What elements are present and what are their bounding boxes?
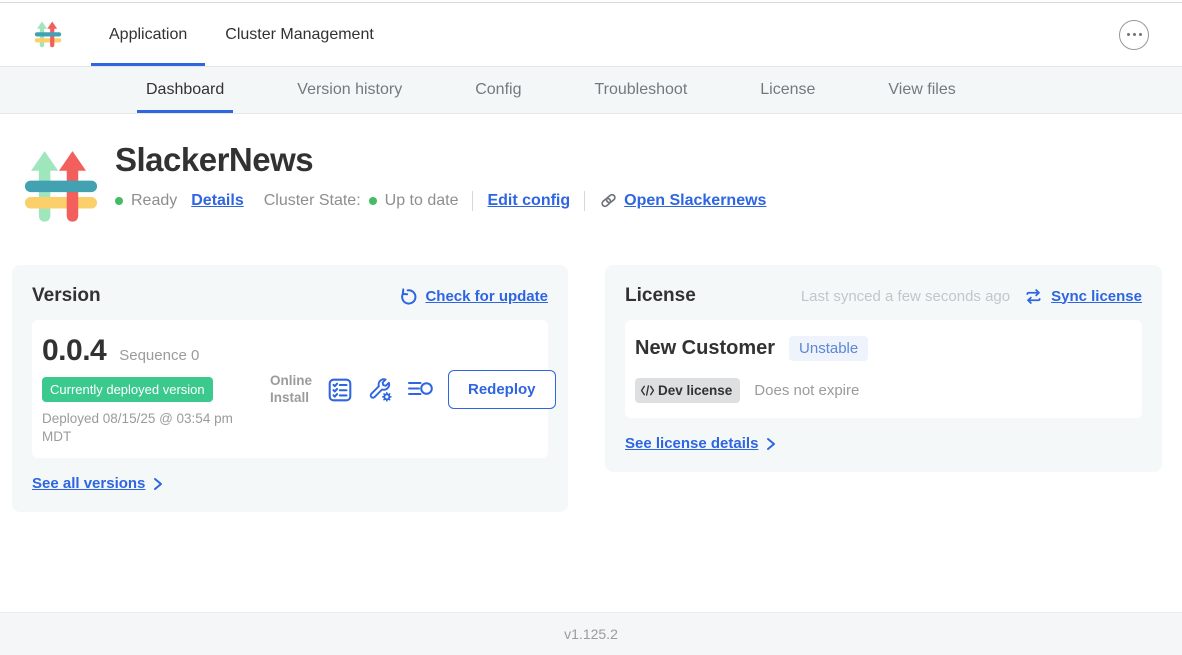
subtab-version-history-label: Version history [297, 81, 402, 99]
cluster-state-dot [369, 197, 377, 205]
top-navbar: Application Cluster Management [0, 3, 1182, 67]
subtab-troubleshoot[interactable]: Troubleshoot [594, 67, 687, 113]
app-status-text: Ready [131, 192, 177, 210]
cluster-state-label: Cluster State: [264, 192, 361, 210]
subtab-version-history[interactable]: Version history [297, 67, 402, 113]
subtab-view-files[interactable]: View files [888, 67, 955, 113]
sync-license-link[interactable]: Sync license [1051, 288, 1142, 305]
refresh-icon [398, 287, 417, 306]
edit-config-link[interactable]: Edit config [487, 192, 570, 210]
status-details-link[interactable]: Details [191, 192, 243, 210]
redeploy-button[interactable]: Redeploy [448, 370, 556, 409]
app-logo-icon [33, 16, 63, 54]
current-version-panel: 0.0.4 Sequence 0 Currently deployed vers… [32, 320, 548, 458]
subtab-view-files-label: View files [888, 81, 955, 99]
code-brackets-icon [640, 385, 655, 396]
app-status-row: Ready Details Cluster State: Up to date … [115, 191, 766, 211]
open-app-link[interactable]: Open Slackernews [624, 192, 766, 210]
tab-cluster-management[interactable]: Cluster Management [225, 3, 374, 66]
admin-console: Application Cluster Management Dashboard… [0, 0, 1182, 655]
tab-cluster-management-label: Cluster Management [225, 26, 374, 44]
tab-application-label: Application [109, 26, 187, 44]
subtab-license[interactable]: License [760, 67, 815, 113]
top-tabs: Application Cluster Management [109, 3, 412, 66]
dashboard-cards: Version Check for update [12, 265, 1162, 512]
license-panel: New Customer Unstable [625, 320, 1142, 418]
install-type-label: Online Install [270, 373, 320, 407]
deployed-timestamp: Deployed 08/15/25 @ 03:54 pm MDT [42, 410, 252, 445]
app-header: SlackerNews Ready Details Cluster State:… [20, 141, 1182, 230]
subtab-config[interactable]: Config [475, 67, 521, 113]
app-subnav: Dashboard Version history Config Trouble… [0, 67, 1182, 114]
status-divider [472, 191, 473, 211]
deployed-status-badge: Currently deployed version [42, 377, 213, 402]
license-card: License Last synced a few seconds ago Sy… [605, 265, 1162, 472]
dashboard-main: SlackerNews Ready Details Cluster State:… [0, 114, 1182, 512]
license-last-synced: Last synced a few seconds ago [801, 288, 1010, 305]
console-version: v1.125.2 [564, 626, 618, 642]
chevron-right-icon [766, 437, 776, 451]
license-card-title: License [625, 285, 696, 307]
check-for-update-link[interactable]: Check for update [425, 288, 548, 305]
preflight-checklist-icon[interactable] [327, 377, 353, 403]
view-logs-magnifier-icon[interactable] [407, 377, 433, 403]
version-number: 0.0.4 [42, 334, 106, 368]
customer-name: New Customer [635, 337, 775, 360]
version-sequence: Sequence 0 [119, 347, 199, 364]
sync-arrows-icon [1024, 288, 1043, 305]
chevron-right-icon [153, 477, 163, 491]
version-card-title: Version [32, 285, 101, 307]
license-type-label: Dev license [658, 383, 732, 398]
cluster-state-text: Up to date [385, 192, 459, 210]
chain-link-icon [599, 191, 618, 210]
config-wrench-gear-icon[interactable] [367, 377, 393, 403]
status-divider-2 [584, 191, 585, 211]
license-expiration: Does not expire [754, 382, 859, 399]
subtab-dashboard-label: Dashboard [146, 81, 224, 99]
channel-badge: Unstable [789, 336, 868, 361]
version-card: Version Check for update [12, 265, 568, 512]
ellipsis-icon [1127, 33, 1142, 36]
app-logo-large [20, 146, 102, 230]
see-all-versions-link[interactable]: See all versions [32, 475, 145, 492]
subtab-troubleshoot-label: Troubleshoot [594, 81, 687, 99]
overflow-menu-button[interactable] [1119, 20, 1149, 50]
tab-application[interactable]: Application [109, 3, 187, 66]
app-status-dot [115, 197, 123, 205]
license-type-badge: Dev license [635, 378, 740, 403]
subtab-dashboard[interactable]: Dashboard [146, 67, 224, 113]
see-license-details-link[interactable]: See license details [625, 435, 758, 452]
console-footer: v1.125.2 [0, 612, 1182, 655]
page-title: SlackerNews [115, 141, 766, 179]
subtab-config-label: Config [475, 81, 521, 99]
subtab-license-label: License [760, 81, 815, 99]
